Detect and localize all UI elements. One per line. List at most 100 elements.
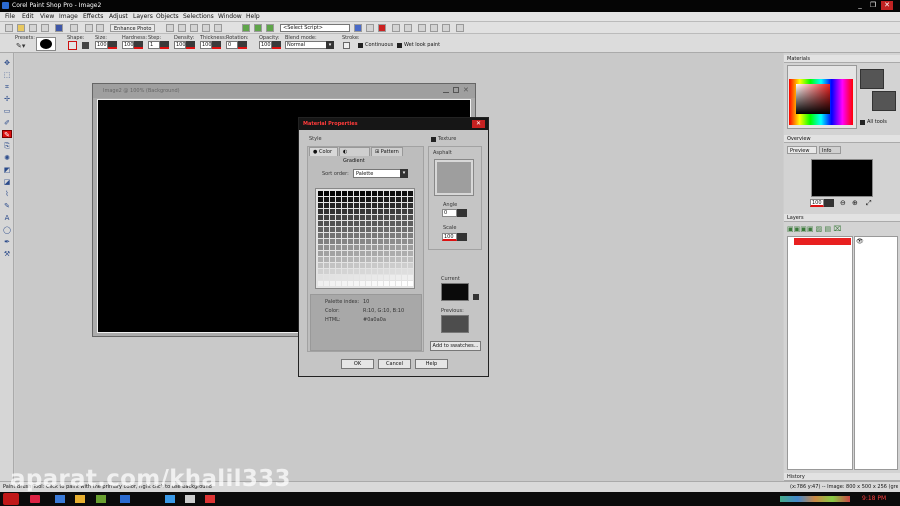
palette-swatch[interactable]: [390, 209, 395, 214]
menu-image[interactable]: Image: [59, 13, 78, 20]
continuous-checkbox[interactable]: [358, 43, 363, 48]
palette-swatch[interactable]: [324, 197, 329, 202]
palette-swatch[interactable]: [396, 275, 401, 280]
palette-swatch[interactable]: [408, 269, 413, 274]
palette-swatch[interactable]: [336, 263, 341, 268]
text-tool-icon[interactable]: A: [2, 214, 12, 222]
palette-swatch[interactable]: [336, 191, 341, 196]
palette-swatch[interactable]: [330, 203, 335, 208]
close-icon[interactable]: ✕: [881, 1, 893, 10]
square-shape-button[interactable]: [82, 42, 89, 49]
opacity-spinner[interactable]: [272, 41, 281, 49]
palette-swatch[interactable]: [324, 263, 329, 268]
palette-swatch[interactable]: [336, 257, 341, 262]
save-icon[interactable]: [55, 24, 63, 32]
warp-brush-icon[interactable]: ⚒: [2, 250, 12, 258]
palette-swatch[interactable]: [342, 221, 347, 226]
opacity-field[interactable]: 100: [259, 41, 272, 49]
layer-vector-icon[interactable]: [266, 24, 274, 32]
palette-swatch[interactable]: [384, 197, 389, 202]
menu-objects[interactable]: Objects: [156, 13, 179, 20]
palette-swatch[interactable]: [408, 251, 413, 256]
image-window-close-icon[interactable]: ✕: [463, 86, 469, 94]
all-tools-checkbox[interactable]: [860, 120, 865, 125]
palette-swatch[interactable]: [402, 251, 407, 256]
record-script-icon[interactable]: [378, 24, 386, 32]
palette-swatch[interactable]: [336, 227, 341, 232]
palette-swatch[interactable]: [342, 191, 347, 196]
menu-window[interactable]: Window: [218, 13, 242, 20]
palette-swatch[interactable]: [336, 233, 341, 238]
cancel-button[interactable]: Cancel: [378, 359, 411, 369]
palette-swatch[interactable]: [360, 281, 365, 286]
palette-swatch[interactable]: [360, 245, 365, 250]
palette-swatch[interactable]: [318, 239, 323, 244]
palette-swatch[interactable]: [324, 215, 329, 220]
palette-swatch[interactable]: [366, 221, 371, 226]
menu-effects[interactable]: Effects: [83, 13, 103, 20]
undo-icon[interactable]: [85, 24, 93, 32]
palette-swatch[interactable]: [318, 203, 323, 208]
palette-swatch[interactable]: [342, 263, 347, 268]
ok-button[interactable]: OK: [341, 359, 374, 369]
palette-swatch[interactable]: [408, 197, 413, 202]
palette-swatch[interactable]: [348, 215, 353, 220]
palette-swatch[interactable]: [324, 221, 329, 226]
blend-mode-dropdown[interactable]: Normal: [285, 41, 327, 49]
palette-swatch[interactable]: [366, 227, 371, 232]
palette-swatch[interactable]: [378, 233, 383, 238]
palette-swatch[interactable]: [372, 233, 377, 238]
palette-swatch[interactable]: [342, 281, 347, 286]
palette-swatch[interactable]: [402, 197, 407, 202]
palette-swatch[interactable]: [372, 263, 377, 268]
palette-swatch[interactable]: [372, 257, 377, 262]
palette-swatch[interactable]: [318, 215, 323, 220]
palette-swatch[interactable]: [342, 215, 347, 220]
size-field[interactable]: 100: [95, 41, 108, 49]
image-window-minimize-icon[interactable]: [443, 87, 449, 93]
palette-swatch[interactable]: [408, 239, 413, 244]
palette-swatch[interactable]: [348, 257, 353, 262]
palette-swatch[interactable]: [384, 215, 389, 220]
palette-swatch[interactable]: [366, 209, 371, 214]
menu-adjust[interactable]: Adjust: [109, 13, 128, 20]
step-spinner[interactable]: [160, 41, 169, 49]
redo-icon[interactable]: [96, 24, 104, 32]
palette-swatch[interactable]: [408, 209, 413, 214]
palette-swatch[interactable]: [354, 275, 359, 280]
palette-swatch[interactable]: [324, 269, 329, 274]
palette-swatch[interactable]: [348, 191, 353, 196]
palette-swatch[interactable]: [366, 275, 371, 280]
palette-swatch[interactable]: [408, 275, 413, 280]
palette-swatch[interactable]: [384, 257, 389, 262]
palette-swatch[interactable]: [336, 269, 341, 274]
palette-swatch[interactable]: [408, 191, 413, 196]
palette-swatch[interactable]: [390, 269, 395, 274]
color-picker-square[interactable]: [796, 84, 830, 114]
rotation-spinner[interactable]: [238, 41, 247, 49]
hardness-spinner[interactable]: [134, 41, 143, 49]
palette-swatch[interactable]: [360, 191, 365, 196]
palette-swatch[interactable]: [348, 209, 353, 214]
palette-swatch[interactable]: [336, 221, 341, 226]
palette-swatch[interactable]: [396, 245, 401, 250]
palette-swatch[interactable]: [336, 209, 341, 214]
palette-swatch[interactable]: [318, 275, 323, 280]
palette-swatch[interactable]: [378, 239, 383, 244]
palette-swatch[interactable]: [366, 251, 371, 256]
color-palette-grid[interactable]: [315, 188, 415, 289]
zoom-out-icon[interactable]: ⊖: [840, 199, 846, 207]
palette-swatch[interactable]: [330, 263, 335, 268]
round-shape-button[interactable]: [68, 41, 77, 50]
palette-swatch[interactable]: [354, 191, 359, 196]
palette-swatch[interactable]: [348, 227, 353, 232]
palette-swatch[interactable]: [330, 227, 335, 232]
palette-swatch[interactable]: [348, 263, 353, 268]
texture-checkbox[interactable]: [431, 137, 436, 142]
palette-swatch[interactable]: [366, 245, 371, 250]
palette-swatch[interactable]: [348, 239, 353, 244]
palette-swatch[interactable]: [390, 263, 395, 268]
script-option-icon[interactable]: [430, 24, 438, 32]
tab-color[interactable]: ● Color: [309, 147, 338, 156]
start-button-icon[interactable]: [3, 493, 19, 505]
